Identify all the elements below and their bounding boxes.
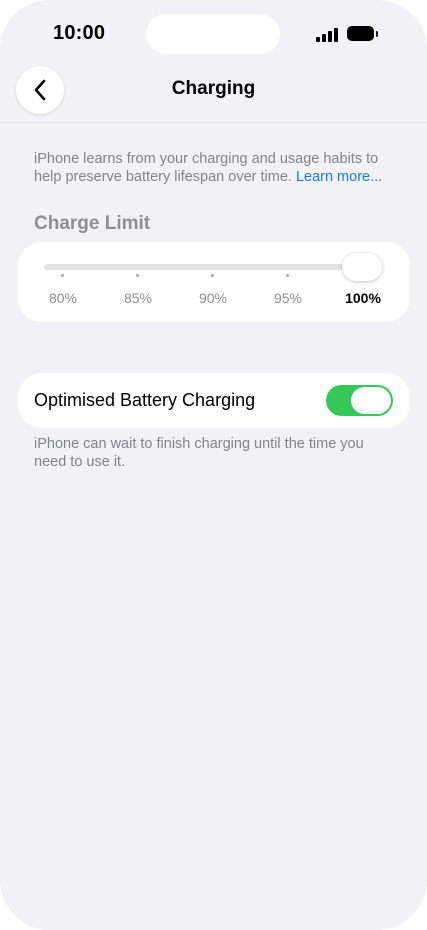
slider-tick-95: [286, 274, 289, 277]
slider-tick-85: [136, 274, 139, 277]
optimised-charging-toggle[interactable]: [326, 385, 393, 416]
optimised-charging-label: Optimised Battery Charging: [34, 390, 256, 410]
cellular-signal-icon: [316, 28, 340, 42]
charge-limit-slider-thumb[interactable]: [342, 253, 382, 281]
phone-screen: 10:00 Charging iPhone learns from your c…: [0, 0, 427, 930]
dynamic-island: [146, 14, 280, 54]
page-title: Charging: [171, 78, 256, 99]
charge-limit-header: Charge Limit: [34, 213, 151, 234]
slider-tick-90: [211, 274, 214, 277]
tick-label-85: 85%: [123, 290, 153, 306]
charge-limit-card: 80% 85% 90% 95% 100%: [18, 242, 410, 322]
optimised-charging-row: Optimised Battery Charging: [18, 373, 410, 428]
tick-label-100: 100%: [345, 290, 381, 306]
optimised-charging-footnote: iPhone can wait to finish charging until…: [34, 436, 364, 470]
tick-label-95: 95%: [273, 290, 303, 306]
toggle-knob: [351, 387, 391, 414]
tick-label-90: 90%: [198, 290, 228, 306]
intro-description: iPhone learns from your charging and usa…: [34, 150, 394, 186]
charge-limit-slider-track[interactable]: [44, 264, 380, 270]
learn-more-link[interactable]: Learn more...: [296, 169, 382, 185]
battery-full-icon: [347, 26, 379, 42]
nav-divider: [0, 122, 427, 123]
slider-tick-80: [61, 274, 64, 277]
status-time: 10:00: [53, 22, 106, 44]
tick-label-80: 80%: [48, 290, 78, 306]
